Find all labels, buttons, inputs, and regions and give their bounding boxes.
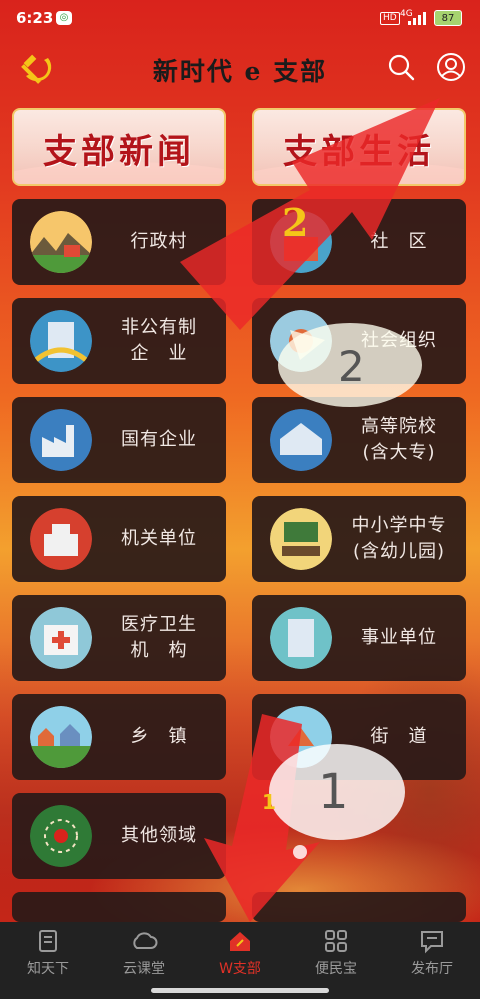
wechat-icon: ◎ bbox=[56, 11, 72, 25]
tile-label: 机关单位 bbox=[121, 528, 197, 549]
nav-item-bianminbao[interactable]: 便民宝 bbox=[288, 928, 384, 982]
branch-news-label: 支部新闻 bbox=[43, 132, 195, 172]
tile-label: 其他领域 bbox=[121, 825, 197, 846]
cloud-icon bbox=[133, 932, 158, 949]
tile-village[interactable]: 行政村 bbox=[12, 199, 226, 285]
factory-icon bbox=[30, 409, 92, 471]
institution-icon bbox=[270, 607, 332, 669]
tile-community[interactable]: 社 区 bbox=[252, 199, 466, 285]
tile-township[interactable]: 乡 镇 bbox=[12, 694, 226, 780]
nav-label: 发布厅 bbox=[411, 961, 453, 977]
search-icon[interactable] bbox=[386, 52, 416, 82]
tile-label: 事业单位 bbox=[361, 627, 437, 648]
tile-institution[interactable]: 事业单位 bbox=[252, 595, 466, 681]
tile-university[interactable]: 高等院校 (含大专) bbox=[252, 397, 466, 483]
social-org-icon bbox=[270, 310, 332, 372]
tile-private-enterprise[interactable]: 非公有制 企 业 bbox=[12, 298, 226, 384]
township-icon bbox=[30, 706, 92, 768]
home-indicator[interactable] bbox=[151, 988, 329, 993]
tile-hospital[interactable]: 医疗卫生 机 构 bbox=[12, 595, 226, 681]
hospital-icon bbox=[30, 607, 92, 669]
signal-icon bbox=[408, 12, 428, 25]
private-enterprise-icon bbox=[30, 310, 92, 372]
community-icon bbox=[270, 211, 332, 273]
village-icon bbox=[30, 211, 92, 273]
tile-label: 街 道 bbox=[370, 726, 428, 747]
document-icon bbox=[39, 930, 57, 952]
tile-label: 非公有制 企 业 bbox=[121, 317, 197, 364]
tile-street[interactable]: 街 道 bbox=[252, 694, 466, 780]
status-bar: 6:23 ◎ HD 4G 87 bbox=[0, 0, 480, 38]
tile-social-org[interactable]: 社会组织 bbox=[252, 298, 466, 384]
university-icon bbox=[270, 409, 332, 471]
nav-item-yunketang[interactable]: 云课堂 bbox=[96, 928, 192, 982]
tile-partial bbox=[12, 892, 226, 922]
tile-other-fields[interactable]: 其他领域 bbox=[12, 793, 226, 879]
battery-icon: 87 bbox=[434, 10, 462, 26]
tile-school[interactable]: 中小学中专 (含幼儿园) bbox=[252, 496, 466, 582]
tile-label: 社会组织 bbox=[361, 330, 437, 351]
nav-item-w-branch[interactable]: W支部 bbox=[192, 928, 288, 982]
tile-government[interactable]: 机关单位 bbox=[12, 496, 226, 582]
grid-icon bbox=[325, 930, 347, 952]
status-time: 6:23 bbox=[16, 9, 54, 27]
hd-badge: HD bbox=[380, 12, 400, 25]
tile-label: 高等院校 (含大专) bbox=[361, 416, 437, 463]
other-fields-icon bbox=[30, 805, 92, 867]
nav-item-fabuting[interactable]: 发布厅 bbox=[384, 928, 480, 982]
tile-label: 医疗卫生 机 构 bbox=[121, 614, 197, 661]
tile-label: 中小学中专 (含幼儿园) bbox=[351, 515, 447, 562]
school-icon bbox=[270, 508, 332, 570]
great-wall-background bbox=[0, 640, 480, 930]
branch-life-banner[interactable]: 支部生活 bbox=[252, 108, 466, 186]
user-icon[interactable] bbox=[436, 52, 466, 82]
nav-item-zhitianxia[interactable]: 知天下 bbox=[0, 928, 96, 982]
app-header: 新时代 e 支部 bbox=[0, 38, 480, 100]
nav-label: W支部 bbox=[219, 961, 261, 977]
tile-state-enterprise[interactable]: 国有企业 bbox=[12, 397, 226, 483]
tile-label: 行政村 bbox=[130, 231, 188, 252]
tile-label: 国有企业 bbox=[121, 429, 197, 450]
tile-partial bbox=[252, 892, 466, 922]
tile-label: 社 区 bbox=[370, 231, 428, 252]
nav-label: 知天下 bbox=[27, 961, 69, 977]
home-icon bbox=[230, 932, 250, 951]
nav-label: 云课堂 bbox=[123, 961, 165, 977]
tile-label: 乡 镇 bbox=[130, 726, 188, 747]
message-icon bbox=[421, 931, 443, 954]
nav-label: 便民宝 bbox=[315, 961, 357, 977]
branch-life-label: 支部生活 bbox=[283, 132, 435, 172]
street-icon bbox=[270, 706, 332, 768]
branch-news-banner[interactable]: 支部新闻 bbox=[12, 108, 226, 186]
government-icon bbox=[30, 508, 92, 570]
